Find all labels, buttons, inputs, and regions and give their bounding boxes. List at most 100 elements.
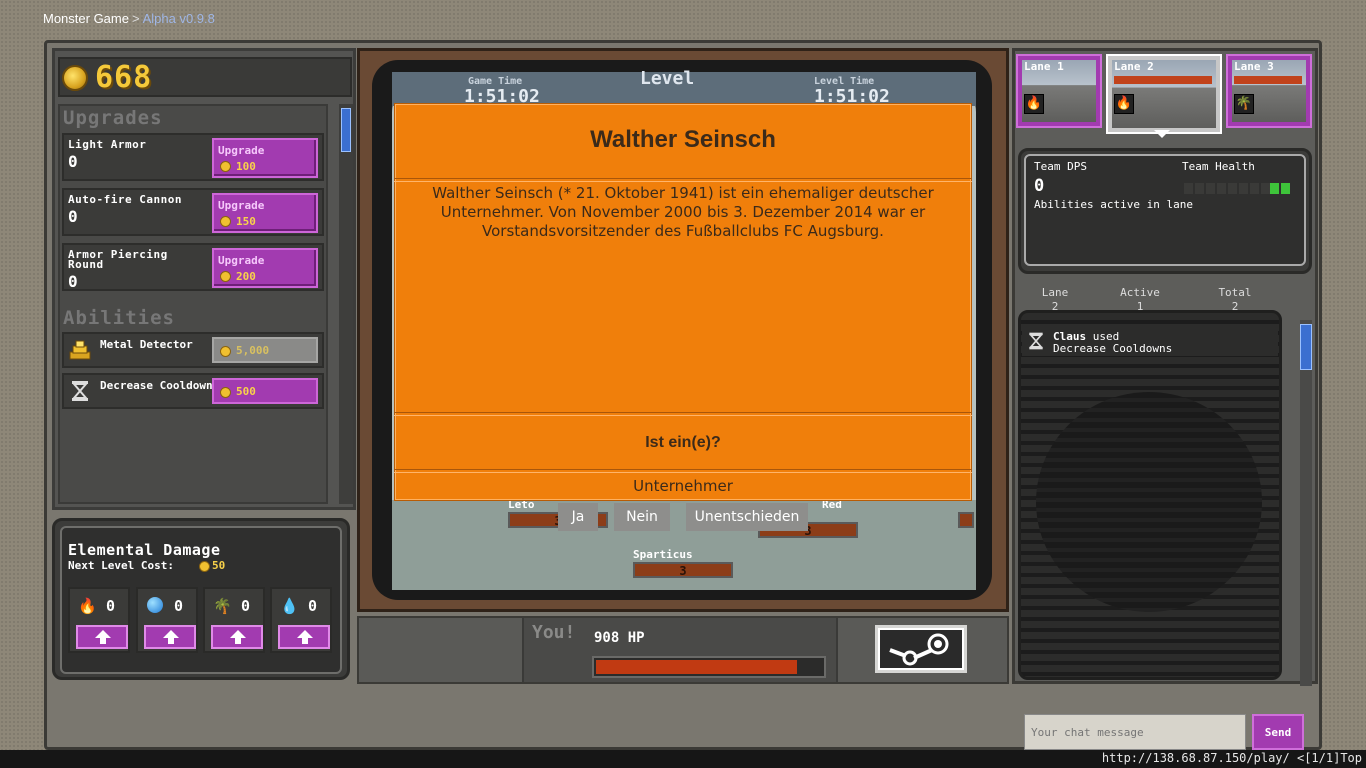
- breadcrumb: Monster Game > Alpha v0.9.8: [43, 11, 215, 26]
- team-health-cell: [1228, 183, 1237, 194]
- upgrade-button-label: Upgrade: [218, 144, 265, 157]
- upgrades-scrollbar[interactable]: [339, 104, 353, 504]
- lane-tab-3[interactable]: Lane 3 🌴: [1226, 54, 1312, 128]
- no-button[interactable]: Nein: [614, 503, 670, 531]
- upgrade-row-light-armor: Light Armor 0 Upgrade 100: [62, 133, 324, 181]
- team-health-cell: [1261, 183, 1270, 194]
- steam-icon: [878, 628, 964, 670]
- lane-tab-2[interactable]: Lane 2 🔥: [1106, 54, 1222, 134]
- team-health-cell: [1217, 183, 1226, 194]
- yes-button[interactable]: Ja: [558, 503, 598, 531]
- active-lane-indicator: [1154, 130, 1170, 138]
- log-scrollbar-thumb[interactable]: [1300, 324, 1312, 370]
- enemy-hp-bar[interactable]: [958, 512, 974, 528]
- upgrade-level: 0: [68, 272, 78, 291]
- breadcrumb-app[interactable]: Monster Game: [43, 11, 129, 26]
- ability-name: Decrease Cooldowns: [100, 379, 220, 392]
- overlay-answer: Unternehmer: [633, 477, 733, 495]
- team-health-cell: [1195, 183, 1204, 194]
- element-ice: 💧 0: [270, 587, 332, 653]
- overlay-divider: [394, 178, 972, 182]
- team-health-label: Team Health: [1182, 160, 1255, 173]
- element-count: 0: [241, 597, 251, 615]
- overlay-title: Walther Seinsch: [590, 126, 776, 153]
- upgrade-auto-fire-cannon-button[interactable]: Upgrade 150: [212, 193, 318, 233]
- chat-send-button[interactable]: Send: [1252, 714, 1304, 750]
- log-scrollbar[interactable]: [1300, 320, 1312, 686]
- upgrade-earth-button[interactable]: [211, 625, 263, 649]
- upgrade-row-auto-fire-cannon: Auto-fire Cannon 0 Upgrade 150: [62, 188, 324, 236]
- lane-label: Lane 3: [1234, 60, 1274, 73]
- upgrade-cost: 200: [236, 270, 256, 283]
- enemy-hp-bar[interactable]: 3: [633, 562, 733, 578]
- gold-amount: 668: [95, 60, 153, 95]
- lane-tab-1[interactable]: Lane 1 🔥: [1016, 54, 1102, 128]
- lane-label: Lane 2: [1114, 60, 1154, 73]
- buy-metal-detector-button[interactable]: 5,000: [212, 337, 318, 363]
- breadcrumb-separator: >: [131, 11, 140, 26]
- lane-hp-bar: [1234, 76, 1302, 84]
- team-dps-label: Team DPS: [1034, 160, 1087, 173]
- upgrade-level: 0: [68, 152, 78, 171]
- element-water: 0: [136, 587, 198, 653]
- you-label: You!: [532, 622, 576, 643]
- upgrade-level: 0: [68, 207, 78, 226]
- element-fire: 🔥 0: [68, 587, 130, 653]
- team-health-cell: [1270, 183, 1279, 194]
- level-label: Level: [640, 68, 695, 89]
- ice-icon: 💧: [280, 597, 299, 615]
- ability-cost: 500: [236, 385, 256, 398]
- enemy-name: Sparticus: [633, 548, 693, 561]
- speaker-grille: [1036, 392, 1262, 612]
- chat-input[interactable]: [1024, 714, 1246, 750]
- next-level-label: Next Level Cost:: [68, 559, 174, 572]
- upgrade-name: Auto-fire Cannon: [68, 193, 182, 206]
- upgrade-light-armor-button[interactable]: Upgrade 100: [212, 138, 318, 178]
- upgrade-fire-button[interactable]: [76, 625, 128, 649]
- ability-name: Metal Detector: [100, 338, 193, 351]
- breadcrumb-version[interactable]: Alpha v0.9.8: [143, 11, 215, 26]
- stat-total-label: Total: [1218, 286, 1252, 299]
- team-health-cell: [1281, 183, 1290, 194]
- abilities-title: Abilities: [63, 307, 175, 329]
- overlay-divider: [394, 412, 972, 416]
- next-level-cost: 50: [212, 559, 226, 572]
- team-health-cell: [1206, 183, 1215, 194]
- coin-icon: [199, 561, 210, 572]
- coin-icon: [220, 216, 231, 227]
- overlay-question: Ist ein(e)?: [645, 434, 721, 451]
- hourglass-icon: [1029, 332, 1043, 350]
- upgrade-water-button[interactable]: [144, 625, 196, 649]
- undecided-button[interactable]: Unentschieden: [686, 503, 808, 531]
- upgrade-cost: 150: [236, 215, 256, 228]
- gold-pile-icon: [69, 340, 91, 360]
- hourglass-icon: [71, 381, 89, 401]
- upgrade-name: Armor Piercing Round: [68, 248, 168, 271]
- upgrade-row-armor-piercing-round: Armor Piercing Round 0 Upgrade 200: [62, 243, 324, 291]
- player-hp-fill: [596, 660, 797, 674]
- buy-decrease-cooldowns-button[interactable]: 500: [212, 378, 318, 404]
- ability-row-decrease-cooldowns: Decrease Cooldowns 500: [62, 373, 324, 409]
- upgrade-name: Light Armor: [68, 138, 147, 151]
- palm-tree-icon: 🌴: [213, 597, 232, 615]
- upgrades-scrollbar-thumb[interactable]: [341, 108, 351, 152]
- overlay-text: Walther Seinsch (* 21. Oktober 1941) ist…: [432, 184, 934, 240]
- upgrade-ice-button[interactable]: [278, 625, 330, 649]
- stat-active-label: Active: [1120, 286, 1160, 299]
- upgrades-title: Upgrades: [63, 107, 163, 129]
- elemental-title: Elemental Damage: [68, 541, 221, 559]
- abilities-active-label: Abilities active in lane: [1034, 198, 1193, 211]
- team-dps-value: 0: [1034, 176, 1045, 196]
- upgrade-armor-piercing-round-button[interactable]: Upgrade 200: [212, 248, 318, 288]
- ability-row-metal-detector: Metal Detector 5,000: [62, 332, 324, 368]
- water-icon: [146, 597, 164, 615]
- stat-lane-label: Lane: [1041, 286, 1069, 299]
- coin-icon: [62, 65, 88, 91]
- upgrade-button-label: Upgrade: [218, 199, 265, 212]
- palm-tree-icon: 🌴: [1234, 94, 1254, 114]
- team-health-cell: [1239, 183, 1248, 194]
- lane-label: Lane 1: [1024, 60, 1064, 73]
- element-count: 0: [308, 597, 318, 615]
- team-health-cell: [1250, 183, 1259, 194]
- status-url: http://138.68.87.150/play/ <[1/1]Top: [1101, 751, 1362, 765]
